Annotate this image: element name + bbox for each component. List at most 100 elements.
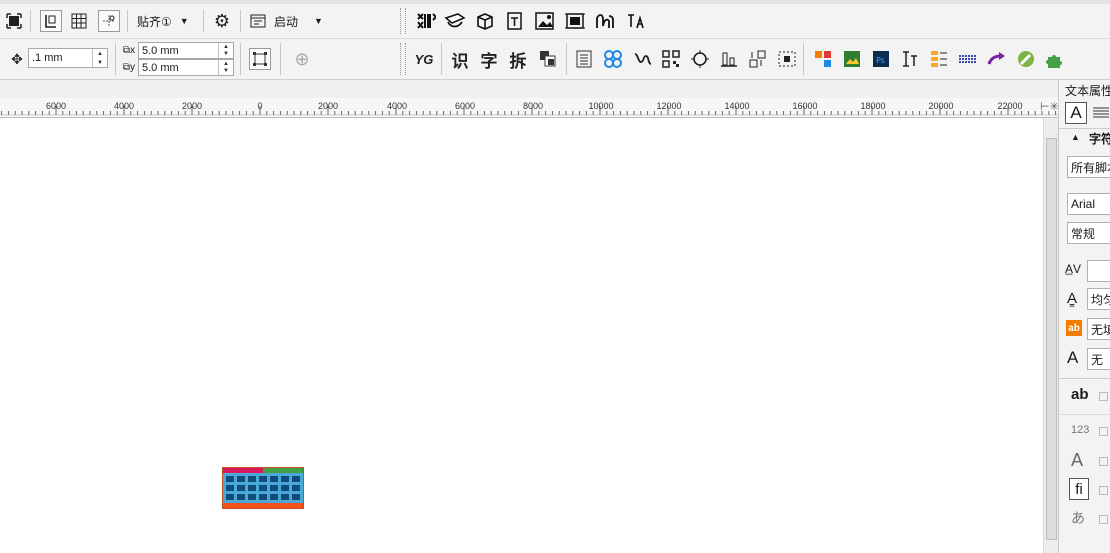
image-export-icon[interactable] (841, 48, 863, 70)
barcode-icon[interactable] (415, 10, 437, 32)
toolbar-grip[interactable] (400, 8, 406, 34)
photoshop-icon[interactable]: Ps (870, 48, 892, 70)
fill-select[interactable]: 无填 (1087, 318, 1110, 340)
squiggle-icon[interactable] (632, 48, 654, 70)
image-trace-icon[interactable] (534, 10, 556, 32)
nudge-stepper[interactable]: ▲ ▼ (92, 49, 107, 67)
dup-x-value: 5.0 mm (142, 44, 179, 57)
guideline-icon[interactable] (98, 10, 120, 32)
paragraph-tab-icon[interactable] (1093, 106, 1109, 120)
kerning-field[interactable] (1087, 260, 1110, 282)
yg-button[interactable]: YG (412, 48, 436, 70)
launch-label: 启动 (274, 14, 299, 29)
puzzle-plugin-icon[interactable] (1044, 48, 1066, 70)
copy-layers-icon[interactable] (537, 48, 559, 70)
svg-text:Ps: Ps (876, 56, 885, 65)
wave-icon[interactable] (594, 10, 616, 32)
align-bottom-icon[interactable] (718, 48, 740, 70)
add-plus-icon[interactable]: ⊕ (291, 48, 313, 70)
underline-select[interactable]: 均匀 (1087, 288, 1110, 310)
pen-tool-icon[interactable] (1015, 48, 1037, 70)
panel-title: 文本属性 (1065, 84, 1110, 98)
color-squares-icon[interactable] (812, 48, 834, 70)
panel-divider (1059, 128, 1110, 129)
nudge-distance-field[interactable]: .1 mm ▲ ▼ (28, 48, 108, 68)
option-checkbox[interactable] (1099, 457, 1108, 466)
crop-icon[interactable] (564, 10, 586, 32)
option-checkbox[interactable] (1099, 392, 1108, 401)
outline-select[interactable]: 无 (1087, 348, 1110, 370)
ruler-label: 22000 (997, 101, 1023, 111)
duplicate-y-field[interactable]: 5.0 mm ▲ ▼ (138, 59, 234, 76)
ruler-label: 18000 (860, 101, 886, 111)
drawing-canvas[interactable] (0, 118, 1043, 553)
scrollbar-thumb[interactable] (1046, 138, 1057, 540)
ruler-label: 6000 (454, 101, 476, 111)
mono-fa-icon[interactable] (624, 10, 646, 32)
script-select[interactable]: 所有脚本 (1067, 156, 1110, 178)
numeral-style-icon[interactable]: 123 (1071, 424, 1089, 436)
convert-arrow-icon[interactable] (986, 48, 1008, 70)
ruby-glyph-icon[interactable]: あ (1071, 508, 1085, 528)
duplicate-x-icon: ⧉x (122, 44, 136, 56)
dot-matrix-icon[interactable] (957, 48, 979, 70)
dup-y-stepper[interactable]: ▲ ▼ (218, 60, 233, 75)
separator (115, 43, 116, 75)
box-3d-icon[interactable] (474, 10, 496, 32)
section-collapse-icon[interactable]: ▲ (1071, 132, 1080, 142)
select-region-icon[interactable] (776, 48, 798, 70)
duplicate-y-icon: ⧉y (122, 61, 136, 73)
ligature-icon[interactable]: ﬁ (1069, 478, 1089, 500)
nudge-value: .1 mm (32, 52, 63, 64)
nudge-icon: ✥ (11, 50, 23, 67)
abbreviation-icon[interactable]: ab (1071, 386, 1089, 403)
list-doc-icon[interactable] (573, 48, 595, 70)
kerning-icon: A̲V (1065, 262, 1082, 276)
swash-icon[interactable]: A (1071, 450, 1083, 471)
toolbar-grip[interactable] (400, 43, 406, 75)
select-frame-icon[interactable] (3, 10, 25, 32)
arrange-icon[interactable] (747, 48, 769, 70)
char-button[interactable]: 字 (478, 48, 500, 72)
settings-gear-icon[interactable]: ⚙ (211, 10, 233, 32)
option-checkbox[interactable] (1099, 486, 1108, 495)
drawing-object-thumbnail[interactable] (222, 467, 304, 509)
page-layout-icon[interactable] (40, 10, 62, 32)
launch-dropdown[interactable]: 启动 ▼ (250, 10, 323, 32)
ruler-label: 16000 (792, 101, 818, 111)
text-align-icon[interactable] (899, 48, 921, 70)
dup-x-stepper[interactable]: ▲ ▼ (218, 43, 233, 58)
split-char-button[interactable]: 拆 (507, 48, 529, 72)
font-select[interactable]: Arial (1067, 193, 1110, 215)
character-tab-icon[interactable]: A (1065, 102, 1087, 124)
vertical-scrollbar[interactable] (1043, 118, 1058, 553)
option-checkbox[interactable] (1099, 515, 1108, 524)
separator (441, 43, 442, 75)
flower-pattern-icon[interactable] (602, 48, 624, 70)
duplicate-x-field[interactable]: 5.0 mm ▲ ▼ (138, 42, 234, 59)
chevron-down-icon: ▼ (179, 16, 189, 26)
qr-code-icon[interactable] (660, 48, 682, 70)
character-section-title: 字符 (1089, 132, 1110, 146)
recognize-char-button[interactable]: 识 (449, 48, 471, 72)
separator (566, 43, 567, 75)
snap-dropdown[interactable]: 贴齐① ▼ (137, 10, 189, 32)
bounding-box-icon[interactable] (249, 48, 271, 70)
ruler-label: 4000 (113, 101, 135, 111)
grid-icon[interactable] (68, 10, 90, 32)
ruler-origin-icon[interactable]: ⊢✳ (1040, 100, 1059, 113)
fill-color-icon: ab (1066, 320, 1082, 336)
film-icon[interactable] (444, 10, 466, 32)
option-checkbox[interactable] (1099, 427, 1108, 436)
outline-icon: A (1067, 348, 1079, 367)
chevron-down-icon: ▼ (314, 16, 323, 26)
layers-list-icon[interactable] (928, 48, 950, 70)
text-frame-icon[interactable] (504, 10, 526, 32)
font-style-select[interactable]: 常规 (1067, 222, 1110, 244)
underline-icon: A̳ (1067, 290, 1078, 307)
target-circle-icon[interactable] (689, 48, 711, 70)
separator (127, 10, 128, 32)
launch-window-icon (250, 14, 266, 28)
ruler-label: 4000 (386, 101, 408, 111)
ruler-label: 20000 (928, 101, 954, 111)
